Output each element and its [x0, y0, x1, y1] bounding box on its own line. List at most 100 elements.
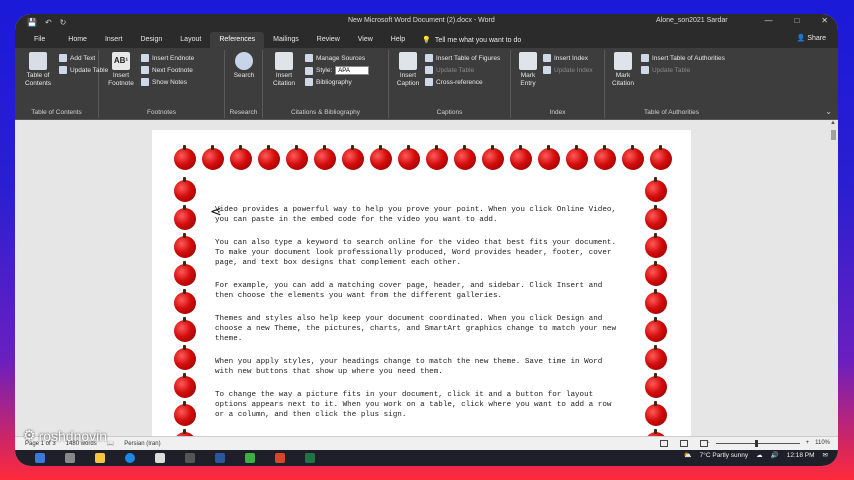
tab-references[interactable]: References	[210, 32, 265, 48]
weather-icon[interactable]: ⛅	[684, 451, 692, 459]
paragraph[interactable]: When you apply styles, your headings cha…	[215, 357, 625, 377]
edge-icon[interactable]	[125, 453, 135, 463]
task-view-icon[interactable]	[65, 453, 75, 463]
tab-home[interactable]: Home	[59, 32, 96, 48]
insert-table-of-authorities-button[interactable]: Insert Table of Authorities	[641, 54, 725, 62]
apple-border-icon	[230, 145, 252, 170]
store-icon[interactable]	[185, 453, 195, 463]
zoom-slider[interactable]	[715, 439, 800, 447]
paragraph[interactable]: For example, you can add a matching cove…	[215, 281, 625, 301]
zoom-in-icon[interactable]: +	[806, 440, 810, 446]
manage-sources-button[interactable]: Manage Sources	[305, 54, 365, 62]
apple-border-icon	[622, 145, 644, 170]
apple-border-icon	[174, 345, 196, 370]
word-icon[interactable]	[215, 453, 225, 463]
save-icon[interactable]: 💾	[27, 18, 37, 27]
apple-border-icon	[174, 205, 196, 230]
table-of-contents-button[interactable]: Table of Contents	[21, 52, 55, 88]
citation-icon	[275, 52, 293, 70]
minimize-icon[interactable]: —	[764, 16, 772, 25]
table-of-authorities-icon	[641, 54, 649, 62]
maximize-icon[interactable]: □	[794, 16, 799, 25]
tab-insert[interactable]: Insert	[96, 32, 132, 48]
table-of-figures-icon	[425, 54, 433, 62]
show-notes-label: Show Notes	[152, 78, 188, 86]
zoom-out-icon[interactable]: −	[706, 440, 710, 446]
scrollbar-thumb[interactable]	[831, 130, 836, 140]
tab-file[interactable]: File	[25, 32, 59, 48]
insert-caption-button[interactable]: Insert Caption	[393, 52, 423, 88]
bibliography-button[interactable]: Bibliography	[305, 78, 352, 86]
update-index-button[interactable]: Update Index	[543, 66, 593, 74]
weather-text[interactable]: 7°C Partly sunny	[700, 452, 748, 459]
mark-citation-button[interactable]: Mark Citation	[609, 52, 637, 88]
paragraph[interactable]: Themes and styles also help keep your do…	[215, 314, 625, 344]
document-body[interactable]: Video provides a powerful way to help yo…	[215, 205, 625, 433]
insert-footnote-button[interactable]: AB¹ Insert Footnote	[105, 52, 137, 88]
document-area: ⋖ Video provides a powerful way to help …	[15, 120, 838, 466]
undo-icon[interactable]: ↶	[45, 18, 52, 27]
apple-border-icon	[370, 145, 392, 170]
vertical-scrollbar[interactable]: ▲	[829, 120, 838, 436]
scroll-up-icon[interactable]: ▲	[830, 120, 836, 126]
paragraph[interactable]: To change the way a picture fits in your…	[215, 390, 625, 420]
apple-border-icon	[314, 145, 336, 170]
language-indicator[interactable]: Persian (Iran)	[124, 441, 160, 447]
style-dropdown[interactable]: Style: APA	[305, 66, 370, 75]
close-icon[interactable]: ✕	[821, 16, 828, 25]
read-mode-icon[interactable]	[660, 440, 668, 447]
add-text-icon	[59, 54, 67, 62]
network-icon[interactable]: ☁	[756, 451, 763, 459]
tab-review[interactable]: Review	[308, 32, 349, 48]
camtasia-icon[interactable]	[245, 453, 255, 463]
table-of-contents-icon	[29, 52, 47, 70]
caption-icon	[399, 52, 417, 70]
clock[interactable]: 12:18 PM	[787, 452, 815, 459]
group-label-toc: Table of Contents	[31, 109, 82, 116]
redo-icon[interactable]: ↻	[60, 18, 67, 27]
manage-sources-label: Manage Sources	[316, 54, 366, 62]
add-text-button[interactable]: Add Text	[59, 54, 95, 62]
mark-entry-button[interactable]: Mark Entry	[515, 52, 541, 88]
tab-design[interactable]: Design	[131, 32, 171, 48]
insert-table-of-authorities-label: Insert Table of Authorities	[652, 54, 725, 62]
authorities-update-table-button[interactable]: Update Table	[641, 66, 690, 74]
paragraph[interactable]: You can also type a keyword to search on…	[215, 238, 625, 268]
tell-me-box[interactable]: 💡 Tell me what you want to do	[414, 32, 521, 48]
insert-table-of-figures-button[interactable]: Insert Table of Figures	[425, 54, 500, 62]
share-button[interactable]: 👤 Share	[797, 34, 826, 42]
insert-index-button[interactable]: Insert Index	[543, 54, 588, 62]
user-name[interactable]: Alone_son2021 Sardar	[656, 17, 728, 24]
paragraph[interactable]: Video provides a powerful way to help yo…	[215, 205, 625, 225]
proofing-icon[interactable]: 📖	[107, 440, 114, 447]
document-page[interactable]: ⋖ Video provides a powerful way to help …	[152, 130, 691, 466]
style-select[interactable]: APA	[335, 66, 370, 75]
insert-endnote-button[interactable]: Insert Endnote	[141, 54, 194, 62]
captions-update-table-button[interactable]: Update Table	[425, 66, 474, 74]
start-icon[interactable]	[35, 453, 45, 463]
tab-help[interactable]: Help	[382, 32, 414, 48]
insert-citation-button[interactable]: Insert Citation	[269, 52, 299, 88]
apple-border-icon	[645, 401, 667, 426]
tab-mailings[interactable]: Mailings	[264, 32, 308, 48]
mail-icon[interactable]	[155, 453, 165, 463]
tab-view[interactable]: View	[349, 32, 382, 48]
zoom-control: − + 110%	[706, 439, 830, 447]
excel-icon[interactable]	[305, 453, 315, 463]
notifications-icon[interactable]: ✉	[823, 451, 828, 459]
search-button[interactable]: Search	[229, 52, 259, 80]
show-notes-button[interactable]: Show Notes	[141, 78, 187, 86]
cross-reference-label: Cross-reference	[436, 78, 483, 86]
tab-layout[interactable]: Layout	[171, 32, 210, 48]
watermark-text: roshdnovin	[38, 427, 108, 444]
collapse-ribbon-icon[interactable]: ⌄	[825, 107, 832, 116]
file-explorer-icon[interactable]	[95, 453, 105, 463]
search-icon	[235, 52, 253, 70]
cross-reference-button[interactable]: Cross-reference	[425, 78, 483, 86]
print-layout-icon[interactable]	[680, 440, 688, 447]
powerpoint-icon[interactable]	[275, 453, 285, 463]
zoom-level[interactable]: 110%	[815, 440, 830, 446]
zoom-slider-knob[interactable]	[754, 439, 758, 447]
next-footnote-button[interactable]: Next Footnote	[141, 66, 193, 74]
volume-icon[interactable]: 🔊	[771, 451, 779, 459]
